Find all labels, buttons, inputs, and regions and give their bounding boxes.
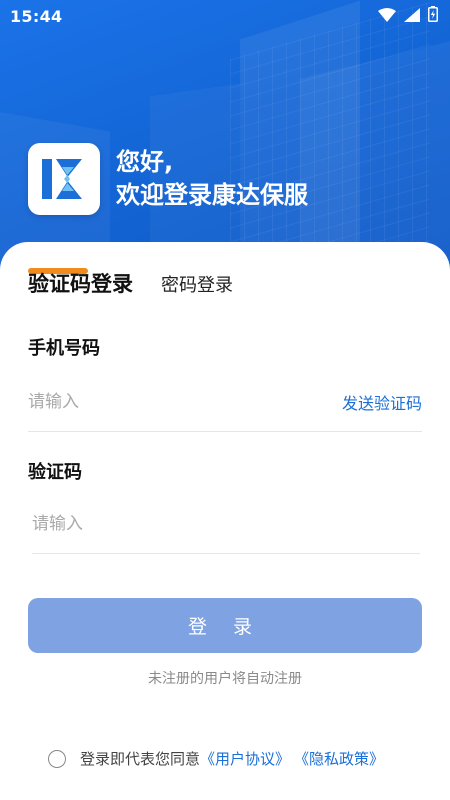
status-bar: 15:44: [0, 0, 450, 32]
agreement-row: 登录即代表您同意 《用户协议》 《隐私政策》: [48, 748, 384, 769]
status-icons: [378, 6, 438, 26]
signal-icon: [404, 7, 420, 26]
agree-checkbox[interactable]: [48, 749, 66, 768]
phone-label: 手机号码: [28, 338, 100, 359]
tab-sms-login[interactable]: 验证码登录: [28, 268, 133, 298]
app-logo: [28, 143, 100, 215]
battery-icon: [428, 6, 438, 26]
auto-register-note: 未注册的用户将自动注册: [148, 671, 302, 687]
agreement-text: 登录即代表您同意: [80, 750, 201, 768]
brand-block: 您好, 欢迎登录康达保服: [28, 143, 308, 215]
code-label: 验证码: [28, 462, 82, 483]
login-card: 验证码登录 密码登录 手机号码 发送验证码 验证码 登 录 未注册的用户将自动注…: [0, 242, 450, 800]
login-button[interactable]: 登 录: [28, 598, 422, 653]
user-agreement-link[interactable]: 《用户协议》: [200, 748, 290, 769]
greeting-welcome: 欢迎登录康达保服: [116, 181, 308, 209]
logo-mark-icon: [42, 159, 82, 199]
code-input[interactable]: [32, 513, 282, 534]
tab-password-login[interactable]: 密码登录: [161, 271, 233, 297]
privacy-policy-link[interactable]: 《隐私政策》: [294, 748, 384, 769]
phone-input[interactable]: [28, 391, 278, 412]
wifi-icon: [378, 7, 396, 26]
status-time: 15:44: [10, 6, 63, 26]
send-code-button[interactable]: 发送验证码: [342, 390, 422, 414]
greeting-hello: 您好,: [116, 148, 174, 176]
code-field-row: [32, 494, 420, 554]
phone-field-row: 发送验证码: [28, 372, 422, 432]
login-tabs: 验证码登录 密码登录: [28, 268, 233, 298]
greeting: 您好, 欢迎登录康达保服: [116, 146, 308, 212]
